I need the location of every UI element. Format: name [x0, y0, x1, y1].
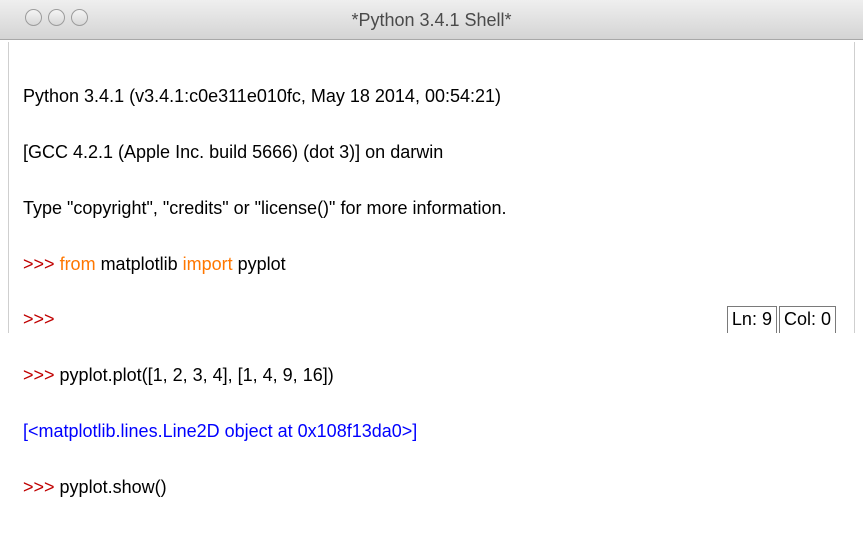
column-number-status: Col: 0 — [778, 306, 836, 333]
shell-console[interactable]: Python 3.4.1 (v3.4.1:c0e311e010fc, May 1… — [8, 42, 855, 496]
python-shell-window: *Python 3.4.1 Shell* Python 3.4.1 (v3.4.… — [0, 0, 863, 496]
code-text: pyplot.plot([1, 2, 3, 4], [1, 4, 9, 16]) — [54, 365, 334, 386]
shell-output: Python 3.4.1 (v3.4.1:c0e311e010fc, May 1… — [23, 50, 507, 533]
banner-line: Python 3.4.1 (v3.4.1:c0e311e010fc, May 1… — [23, 86, 502, 107]
prompt: >>> — [23, 476, 55, 497]
input-line: >>> from matplotlib import pyplot — [23, 253, 507, 274]
keyword-import: import — [182, 253, 233, 274]
line-number-status: Ln: 9 — [726, 306, 777, 333]
input-line: >>> pyplot.show() — [23, 476, 507, 497]
keyword-from: from — [59, 253, 96, 274]
window-title: *Python 3.4.1 Shell* — [351, 10, 512, 30]
input-line: >>> — [23, 310, 507, 329]
output-line: [<matplotlib.lines.Line2D object at 0x10… — [23, 420, 418, 441]
banner-line: [GCC 4.2.1 (Apple Inc. build 5666) (dot … — [23, 141, 444, 162]
title-bar[interactable]: *Python 3.4.1 Shell* — [0, 0, 863, 40]
prompt: >>> — [23, 253, 55, 274]
input-line: >>> pyplot.plot([1, 2, 3, 4], [1, 4, 9, … — [23, 366, 507, 385]
prompt: >>> — [23, 365, 55, 386]
status-bar: Ln: 9 Col: 0 — [725, 306, 836, 333]
code-text: pyplot.show() — [54, 476, 167, 497]
banner-line: Type "copyright", "credits" or "license(… — [23, 197, 507, 218]
import-name: pyplot — [232, 253, 286, 274]
prompt: >>> — [23, 309, 55, 330]
module-name: matplotlib — [95, 253, 183, 274]
